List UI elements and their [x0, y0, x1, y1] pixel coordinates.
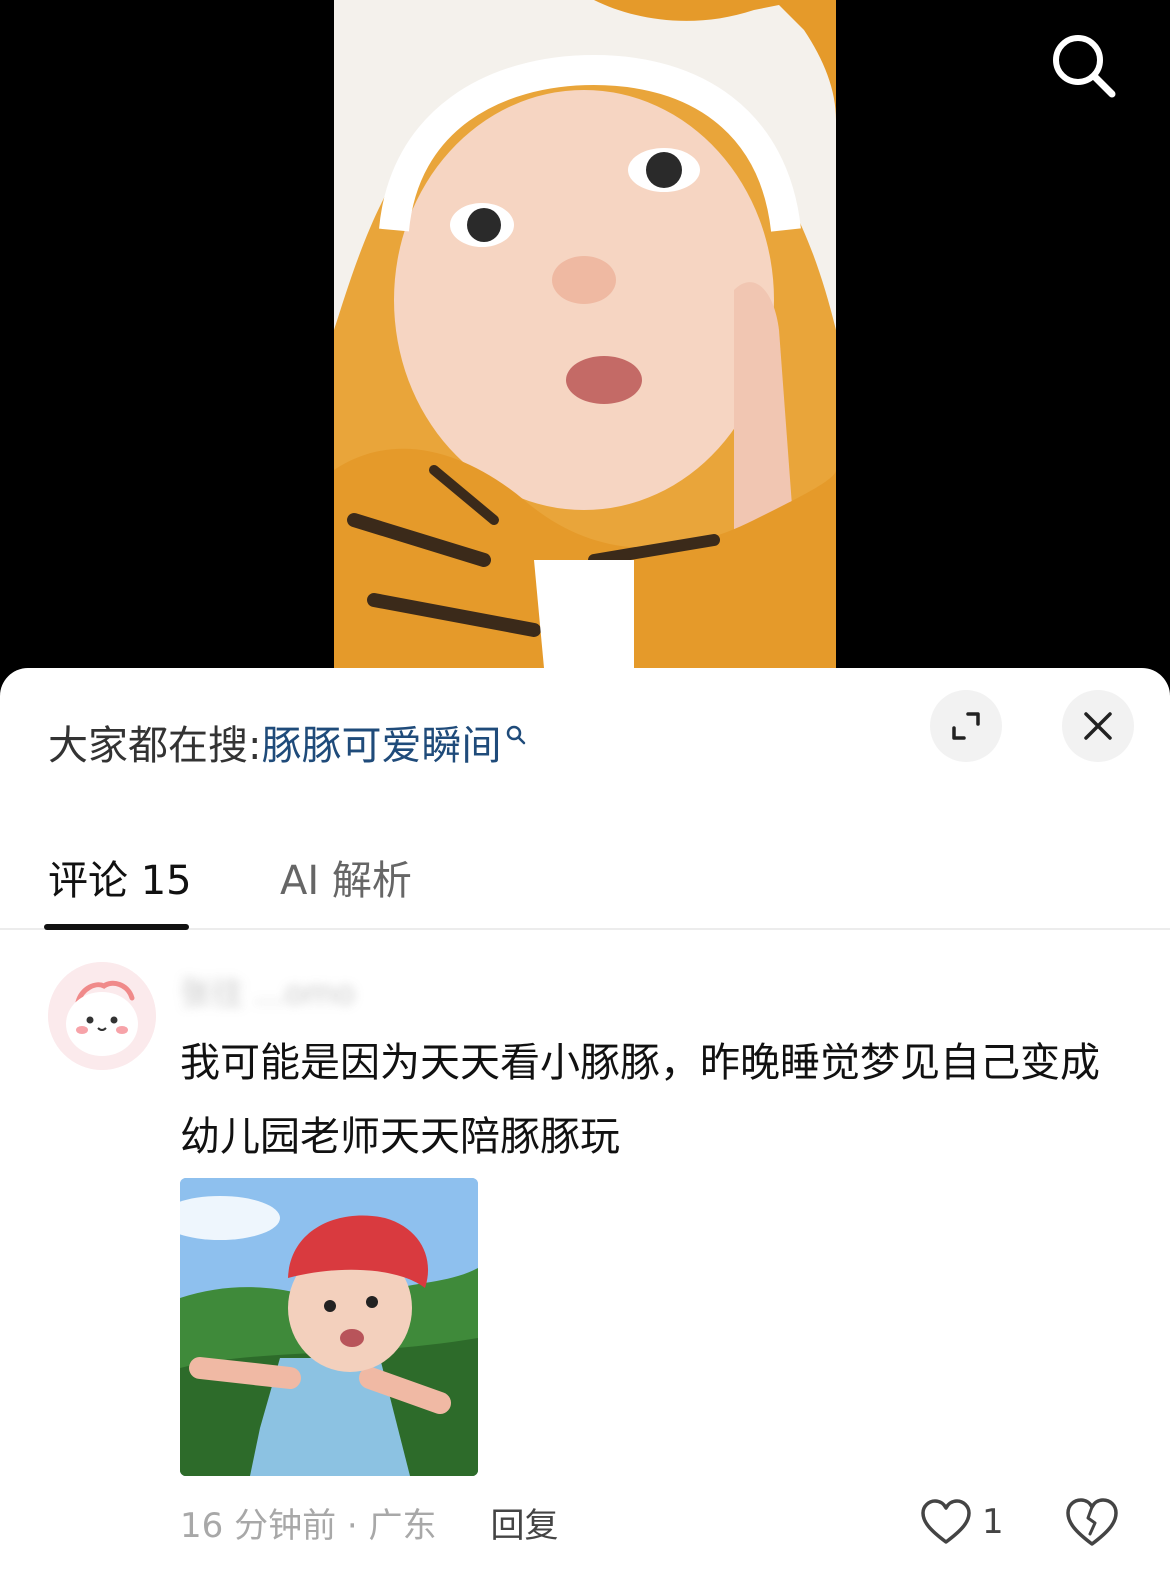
comment-sheet: 大家都在搜: 豚豚可爱瞬间 评论 15 AI 解析 张往 ...omo 我可能是… — [0, 668, 1170, 1576]
tab-ai-analysis[interactable]: AI 解析 — [280, 848, 412, 906]
like-button[interactable]: 1 — [920, 1494, 1004, 1550]
avatar[interactable] — [48, 962, 156, 1070]
tab-comments[interactable]: 评论 15 — [48, 848, 192, 906]
dislike-button[interactable] — [1064, 1494, 1120, 1550]
like-count: 1 — [982, 1502, 1004, 1542]
search-suggestion-term[interactable]: 豚豚可爱瞬间 — [261, 713, 501, 771]
reply-button[interactable]: 回复 — [491, 1498, 559, 1547]
close-button[interactable] — [1062, 690, 1134, 762]
comment-meta: 16 分钟前 · 广东 回复 — [180, 1496, 559, 1548]
comment-image[interactable] — [180, 1178, 478, 1476]
video-frame[interactable] — [334, 0, 836, 668]
video-area[interactable] — [0, 0, 1170, 668]
comment-item: 张往 ...omo 我可能是因为天天看小豚豚，昨晚睡觉梦见自己变成幼儿园老师天天… — [0, 930, 1170, 1576]
baby-video-thumbnail — [334, 0, 836, 668]
comment-time-location: 16 分钟前 · 广东 — [180, 1505, 437, 1546]
search-icon — [507, 725, 526, 745]
search-suggestion[interactable]: 大家都在搜: 豚豚可爱瞬间 — [48, 713, 527, 771]
comment-text: 我可能是因为天天看小豚豚，昨晚睡觉梦见自己变成幼儿园老师天天陪豚豚玩 — [180, 1040, 1100, 1160]
broken-heart-icon — [1066, 1498, 1118, 1546]
search-icon[interactable] — [1048, 30, 1120, 102]
search-suggestion-prefix: 大家都在搜: — [48, 723, 262, 769]
expand-icon — [952, 712, 980, 740]
tab-bar: 评论 15 AI 解析 — [0, 818, 1170, 930]
comment-username[interactable]: 张往 ...omo — [180, 968, 355, 1014]
heart-outline-icon — [921, 1499, 971, 1544]
expand-button[interactable] — [930, 690, 1002, 762]
close-icon — [1084, 712, 1112, 740]
